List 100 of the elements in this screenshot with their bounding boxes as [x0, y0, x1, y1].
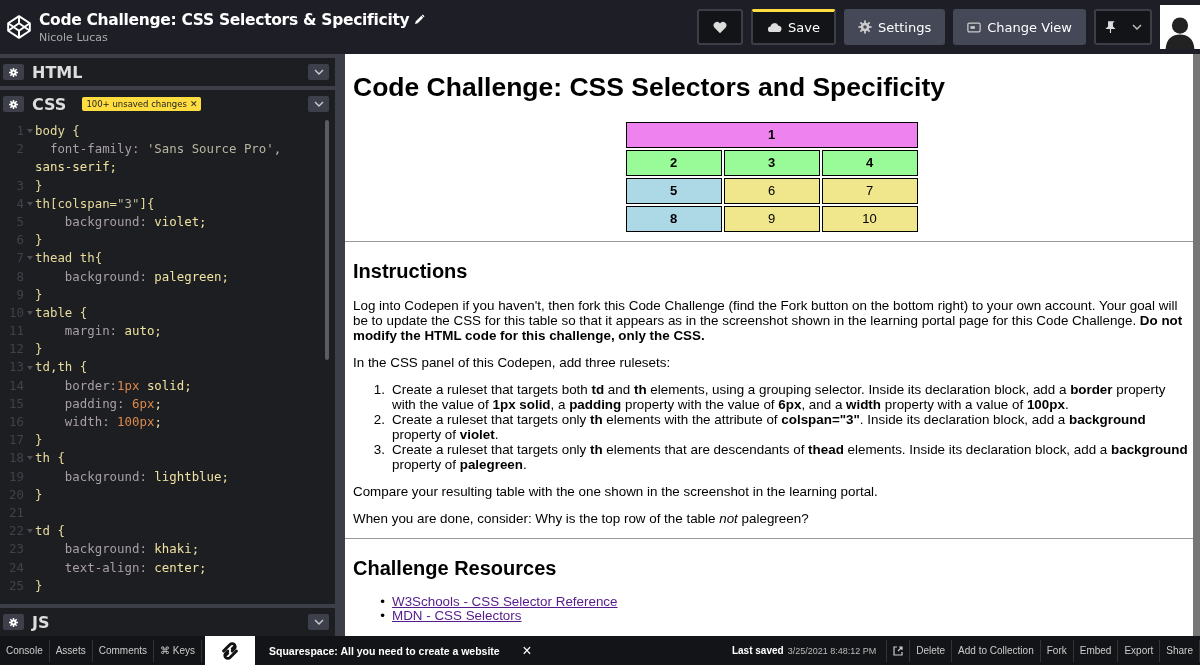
chevron-down-icon [313, 101, 324, 107]
footer-button[interactable]: ⌘ Keys [154, 639, 203, 662]
footer-button[interactable]: Comments [92, 639, 155, 662]
code-line: } [35, 431, 43, 450]
page-heading: Code Challenge: CSS Selectors and Specificity [353, 71, 946, 103]
footer-button[interactable]: Console [0, 639, 50, 662]
code-line: width: 100px; [63, 413, 162, 431]
code-line: background: khaki; [63, 540, 200, 559]
chevron-down-icon [313, 69, 324, 75]
list-number: 3. [372, 442, 385, 459]
code-line: td,th { [35, 358, 88, 377]
code-line: } [35, 485, 43, 504]
table-cell: 8 [625, 206, 722, 232]
footer-button[interactable]: Embed [1073, 639, 1119, 662]
resize-handle[interactable] [335, 54, 345, 636]
code-line: text-align: center; [63, 558, 207, 577]
caret-icon [1132, 24, 1143, 30]
settings-icon[interactable] [3, 614, 24, 630]
save-button[interactable]: Save [751, 9, 836, 45]
chevron-down-icon [313, 619, 324, 625]
code-line: } [35, 231, 43, 250]
collapse-button[interactable] [308, 96, 329, 112]
paragraph: In the CSS panel of this Codepen, add three rulesets: [353, 355, 672, 370]
footer-button[interactable]: Export [1118, 639, 1161, 662]
code-line: sans-serif; [35, 158, 118, 177]
table-cell: 6 [723, 178, 820, 204]
instruction-step: Create a ruleset that targets both td and th elements, using a grouping selector. Inside its declaration block, add a border property with the value of 1px solid, a padding property with the value of 6px, and a width property with a value of 100px. [392, 382, 1190, 412]
table-cell: 2 [625, 150, 722, 176]
settings-icon[interactable] [3, 64, 24, 80]
footer-button[interactable]: Share [1160, 639, 1200, 662]
code-line: td { [35, 522, 65, 541]
instruction-step: Create a ruleset that targets only th elements that are descendants of thead elements. Inside its declaration block, add a background property of palegreen. [392, 442, 1190, 472]
collapse-button[interactable] [308, 614, 329, 630]
code-line: thead th{ [35, 249, 103, 268]
cloud-icon [767, 22, 782, 33]
code-line: th { [35, 449, 65, 468]
last-saved-time: 3/25/2021 8:48:12 PM [787, 645, 877, 656]
code-line: background: violet; [63, 212, 207, 231]
table-cell: 1 [625, 122, 918, 148]
heart-button[interactable] [697, 9, 743, 45]
footer-button[interactable]: Add to Collection [952, 639, 1041, 662]
last-saved-label: Last saved [731, 645, 784, 656]
table-cell: 7 [821, 178, 918, 204]
scrollbar[interactable] [325, 120, 329, 360]
table-cell: 4 [821, 150, 918, 176]
ad-text: Squarespace: All you need to create a website [269, 644, 500, 657]
cube-logo-icon[interactable] [6, 14, 32, 40]
user-avatar[interactable] [1160, 5, 1200, 49]
editor-title: CSS [32, 94, 67, 114]
close-button[interactable]: × [518, 638, 536, 664]
footer-button[interactable]: Delete [910, 639, 953, 662]
editor-title: JS [32, 612, 50, 632]
settings-button[interactable]: Settings [843, 9, 946, 45]
code-line: } [35, 340, 43, 359]
window-icon [967, 21, 982, 33]
code-line: border:1px solid; [63, 376, 192, 395]
author-name[interactable]: Nicole Lucas [39, 30, 426, 44]
code-line: background: lightblue; [63, 467, 229, 486]
code-line: padding: 6px; [63, 394, 162, 413]
code-line: background: palegreen; [63, 267, 229, 286]
code-line: } [35, 176, 43, 195]
gear-icon [857, 20, 872, 34]
pencil-icon[interactable] [414, 14, 426, 25]
pin-button[interactable] [1094, 9, 1152, 45]
list-number: 1. [372, 382, 385, 399]
heart-icon [713, 20, 727, 34]
section-heading: Challenge Resources [353, 556, 558, 580]
settings-icon[interactable] [3, 96, 24, 112]
code-line: margin: auto; [63, 322, 162, 341]
instruction-step: Create a ruleset that targets only th elements with the attribute of colspan="3". Inside its declaration block, add a background property of violet. [392, 412, 1190, 442]
code-line: } [35, 285, 43, 304]
resource-link[interactable]: W3Schools - CSS Selector Reference [392, 595, 618, 609]
scrollbar[interactable] [1193, 54, 1200, 636]
table-cell: 5 [625, 178, 722, 204]
code-line: table { [35, 303, 88, 322]
bullet: • [379, 595, 385, 609]
code-line: } [35, 576, 43, 595]
external-link-icon[interactable] [893, 645, 904, 656]
table-cell: 9 [723, 206, 820, 232]
section-heading: Instructions [353, 259, 469, 283]
collapse-button[interactable] [308, 64, 329, 80]
table-cell: 3 [723, 150, 820, 176]
paragraph: Log into Codepen if you haven't, then fork this Code Challenge (find the Fork button on the bottom right) to your own account. Your goal will be to update the CSS for this table so that it appears as in the screenshot shown in the learning portal page for this Code Challenge. Do not modify the HTML code for this challenge, only the CSS. [353, 298, 1184, 343]
list-number: 2. [372, 412, 385, 429]
footer-button[interactable]: Fork [1040, 639, 1074, 662]
bullet: • [379, 609, 385, 623]
paragraph: Compare your resulting table with the one shown in the screenshot in the learning portal. [353, 484, 879, 499]
resource-link[interactable]: MDN - CSS Selectors [392, 609, 522, 623]
badge-text: 100+ unsaved changes [86, 99, 187, 109]
change-view-button[interactable]: Change View [953, 9, 1086, 45]
editor-title: HTML [32, 62, 83, 82]
dismiss-button[interactable]: ✕ [189, 99, 198, 109]
code-line: body { [35, 122, 80, 140]
footer-button[interactable]: Assets [49, 639, 93, 662]
table-cell: 10 [821, 206, 918, 232]
code-line: th[colspan="3"]{ [35, 194, 155, 213]
pin-icon [1103, 20, 1117, 34]
code-line: font-family: 'Sans Source Pro', [48, 140, 282, 159]
pen-title: Code Challenge: CSS Selectors & Specificity [39, 10, 410, 29]
paragraph: When you are done, consider: Why is the top row of the table not palegreen? [353, 511, 810, 526]
